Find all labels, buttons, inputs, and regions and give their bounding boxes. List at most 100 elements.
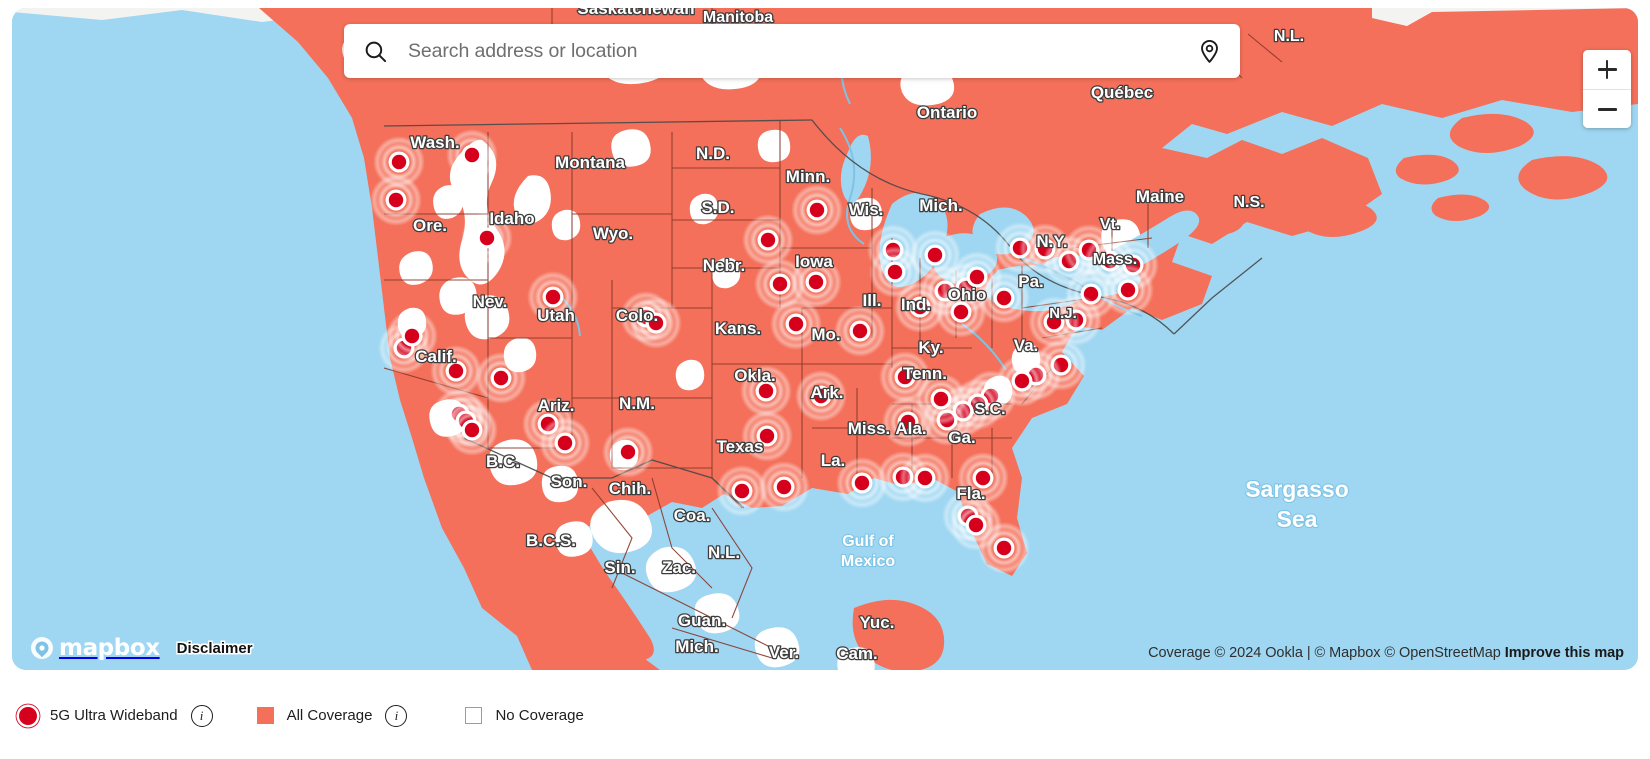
info-icon-all-coverage[interactable]: i (385, 704, 408, 727)
map-place-label: Mass. (1093, 251, 1137, 268)
map-place-label: Vt. (1100, 216, 1120, 233)
map-place-label: Saskatchewan (577, 8, 694, 18)
map-water-label: Mexico (841, 553, 895, 570)
map-place-label: Cam. (836, 644, 878, 663)
coverage-map-page: Saskatchewan Manitoba Ontario Québec N.L. N.S… (0, 0, 1650, 759)
attribution-separator: | (1302, 645, 1315, 661)
map-attribution: Coverage © 2024 Ookla | © Mapbox © OpenS… (1148, 645, 1624, 661)
map-place-label: Yuc. (860, 613, 895, 632)
marker-dot-icon (788, 316, 804, 332)
map-place-label: Ohio (948, 285, 987, 304)
marker-dot-icon (479, 230, 495, 246)
marker-dot-icon (969, 269, 985, 285)
map-place-label: Wash. (410, 133, 459, 152)
map-place-label: Ore. (413, 216, 447, 235)
mapbox-logo-icon (31, 637, 53, 659)
attribution-openstreetmap[interactable]: © OpenStreetMap (1384, 645, 1500, 661)
marker-dot-icon (734, 483, 750, 499)
marker-dot-icon (557, 435, 573, 451)
map-place-label: Maine (1136, 187, 1184, 206)
coverage-marker[interactable] (899, 452, 951, 504)
map-place-label: Mich. (919, 196, 962, 215)
map-canvas[interactable]: Saskatchewan ManitobaOntarioQuébecN.L.N.S… (12, 8, 1638, 670)
coverage-marker[interactable] (742, 214, 794, 266)
legend-swatch-no-coverage-icon (465, 707, 483, 724)
marker-dot-icon (388, 192, 404, 208)
search-icon (362, 38, 388, 64)
marker-dot-icon (464, 147, 480, 163)
mapbox-logo[interactable]: mapbox (30, 636, 160, 660)
marker-dot-icon (917, 470, 933, 486)
info-icon-5g[interactable]: i (190, 704, 213, 727)
map-place-label: Nebr. (703, 256, 746, 275)
marker-dot-icon (887, 264, 903, 280)
search-bar[interactable] (344, 24, 1240, 78)
map-place-label: Ala. (895, 419, 926, 438)
marker-dot-icon (927, 247, 943, 263)
coverage-marker[interactable] (978, 522, 1030, 574)
legend-item-all-coverage[interactable]: All Coverage i (256, 672, 408, 759)
map-place-label: Idaho (489, 209, 534, 228)
map-place-label: N.S. (1233, 194, 1264, 211)
marker-dot-icon (809, 202, 825, 218)
map-place-label: Wis. (849, 200, 884, 219)
map-place-label: Pa. (1018, 272, 1044, 291)
map-water-label: Sargasso (1245, 476, 1349, 502)
legend-label-no-coverage: No Coverage (495, 707, 584, 724)
legend-item-no-coverage[interactable]: No Coverage (465, 672, 584, 759)
minus-icon (1597, 108, 1617, 111)
map-place-label: Ga. (948, 428, 975, 447)
map-place-label: Calif. (415, 347, 457, 366)
coverage-marker[interactable] (446, 404, 498, 456)
zoom-controls[interactable] (1583, 50, 1631, 128)
marker-dot-icon (933, 391, 949, 407)
improve-this-map-link[interactable]: Improve this map (1505, 645, 1624, 661)
legend-swatch-5g-dot-icon (19, 706, 37, 725)
location-pin-icon[interactable] (1196, 38, 1222, 64)
search-input[interactable] (406, 38, 1196, 64)
map-place-label: Tenn. (903, 364, 947, 383)
legend-label-5g: 5G Ultra Wideband (50, 707, 178, 724)
marker-dot-icon (391, 154, 407, 170)
map-place-label: Utah (537, 306, 575, 325)
map-place-label: N.D. (696, 144, 730, 163)
map-place-label: Ariz. (538, 396, 575, 415)
attribution-mapbox[interactable]: © Mapbox (1315, 645, 1381, 661)
disclaimer-link[interactable]: Disclaimer (177, 640, 253, 657)
map-place-label: B.C.S. (526, 531, 576, 550)
map-place-label: Miss. (848, 419, 891, 438)
coverage-marker[interactable] (602, 426, 654, 478)
marker-dot-icon (808, 274, 824, 290)
map-place-label: Iowa (795, 252, 833, 271)
map-place-label: N.J. (1049, 305, 1077, 322)
map-place-label: La. (821, 451, 846, 470)
map-place-label: Québec (1091, 83, 1153, 102)
marker-dot-icon (854, 475, 870, 491)
map-container[interactable]: Saskatchewan Manitoba Ontario Québec N.L. N.S… (12, 8, 1638, 670)
map-place-label: S.D. (701, 198, 734, 217)
coverage-marker[interactable] (1102, 264, 1154, 316)
map-place-label: Ky. (918, 338, 943, 357)
map-place-label: Ill. (863, 291, 882, 310)
coverage-marker[interactable] (791, 184, 843, 236)
coverage-marker[interactable] (475, 352, 527, 404)
zoom-out-button[interactable] (1583, 89, 1631, 128)
marker-dot-icon (464, 422, 480, 438)
map-place-label: Fla. (956, 484, 985, 503)
map-place-label: Colo. (616, 306, 659, 325)
mapbox-wordmark: mapbox (59, 634, 160, 661)
coverage-marker[interactable] (539, 417, 591, 469)
map-place-label: N.Y. (1036, 232, 1067, 251)
marker-dot-icon (968, 517, 984, 533)
coverage-marker[interactable] (758, 461, 810, 513)
map-place-label: Wyo. (593, 224, 633, 243)
map-place-label: Montana (555, 153, 625, 172)
map-place-label: Texas (717, 437, 764, 456)
marker-dot-icon (758, 383, 774, 399)
legend-item-5g-ultra-wideband[interactable]: 5G Ultra Wideband i (10, 672, 213, 759)
coverage-marker[interactable] (834, 305, 886, 357)
zoom-in-button[interactable] (1583, 50, 1631, 89)
marker-dot-icon (953, 304, 969, 320)
marker-dot-icon (996, 540, 1012, 556)
marker-dot-icon (1014, 373, 1030, 389)
